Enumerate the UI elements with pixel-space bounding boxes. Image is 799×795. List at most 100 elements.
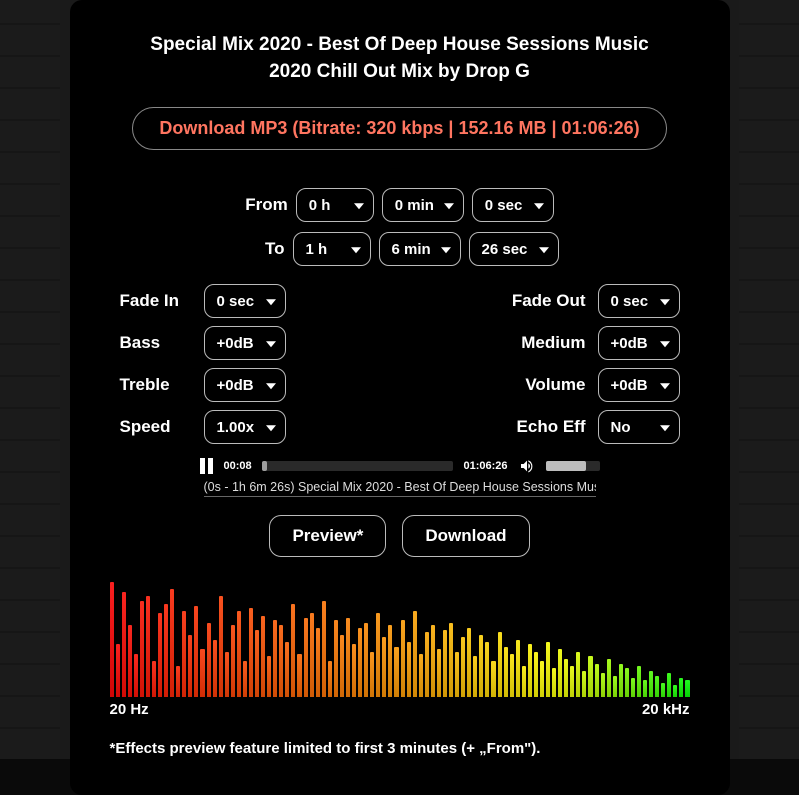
spectrum-bar [188,635,192,697]
volume-bar[interactable] [546,461,600,471]
bass-select[interactable]: +0dB [204,326,286,360]
spectrum-bar [588,656,592,697]
spectrum-bar [546,642,550,697]
spectrum-bar [613,676,617,698]
echo-label: Echo Eff [517,417,586,437]
spectrum-bar [194,606,198,697]
spectrum-bar [219,596,223,697]
fade-in-select[interactable]: 0 sec [204,284,286,318]
spectrum-bar [607,659,611,697]
spectrum-bar [376,613,380,697]
to-hour-select[interactable]: 1 h [293,232,371,266]
to-min-select[interactable]: 6 min [379,232,461,266]
echo-select[interactable]: No [598,410,680,444]
spectrum-bar [279,625,283,697]
spectrum-bar [164,604,168,698]
spectrum-bar [328,661,332,697]
spectrum-bar [358,628,362,698]
fade-out-select[interactable]: 0 sec [598,284,680,318]
axis-high: 20 kHz [642,701,690,718]
spectrum-bar [340,635,344,697]
treble-select[interactable]: +0dB [204,368,286,402]
spectrum-bar [407,642,411,697]
spectrum-bar [128,625,132,697]
fade-out-label: Fade Out [512,291,586,311]
spectrum-bar [364,623,368,697]
spectrum-bar [655,676,659,698]
spectrum-bar [304,618,308,697]
spectrum-bar [110,582,114,697]
to-label: To [241,239,285,259]
spectrum-bar [461,637,465,697]
spectrum-bar [485,642,489,697]
spectrum-bar [225,652,229,698]
spectrum-bar [146,596,150,697]
download-mp3-button[interactable]: Download MP3 (Bitrate: 320 kbps | 152.16… [132,107,666,150]
spectrum-bar [467,628,471,698]
seek-bar[interactable] [262,461,454,471]
spectrum-bar [576,652,580,698]
axis-low: 20 Hz [110,701,149,718]
spectrum-bar [425,632,429,697]
spectrum-bar [504,647,508,697]
spectrum-bar [473,656,477,697]
spectrum-bar [419,654,423,697]
preview-button[interactable]: Preview* [269,515,386,557]
spectrum-bar [443,630,447,697]
spectrum-bar [661,683,665,697]
spectrum-bar [601,673,605,697]
from-hour-select[interactable]: 0 h [296,188,374,222]
spectrum-bar [516,640,520,698]
spectrum-bar [322,601,326,697]
download-button[interactable]: Download [402,515,529,557]
spectrum-bar [152,661,156,697]
spectrum-bar [437,649,441,697]
spectrum-bar [249,608,253,697]
spectrum-bar [413,611,417,697]
spectrum-bar [291,604,295,698]
spectrum-bar [352,644,356,697]
spectrum-bar [200,649,204,697]
spectrum-bar [570,666,574,697]
spectrum-bar [231,625,235,697]
spectrum-bar [631,678,635,697]
spectrum-bar [140,601,144,697]
spectrum-bar [558,649,562,697]
spectrum-bar [382,637,386,697]
from-sec-select[interactable]: 0 sec [472,188,554,222]
spectrum-bar [673,685,677,697]
fade-in-label: Fade In [120,291,192,311]
speaker-icon[interactable] [518,458,536,474]
spectrum-bar [285,642,289,697]
spectrum-bar [267,656,271,697]
spectrum-bar [552,668,556,697]
spectrum-bar [528,644,532,697]
from-label: From [245,195,288,215]
total-time: 01:06:26 [463,460,507,472]
spectrum-bar [158,613,162,697]
spectrum-bar [595,664,599,698]
to-sec-select[interactable]: 26 sec [469,232,559,266]
spectrum-bar [134,654,138,697]
spectrum-bar [213,640,217,698]
spectrum-bar [455,652,459,698]
spectrum-bar [522,666,526,697]
from-min-select[interactable]: 0 min [382,188,464,222]
volume-select[interactable]: +0dB [598,368,680,402]
spectrum-bar [643,680,647,697]
treble-label: Treble [120,375,192,395]
spectrum-bar [534,652,538,698]
spectrum-bar [685,680,689,697]
spectrum-bar [388,625,392,697]
spectrum-bar [243,661,247,697]
spectrum-bar [116,644,120,697]
bass-label: Bass [120,333,192,353]
spectrum-bar [316,628,320,698]
pause-icon[interactable] [200,458,214,474]
spectrum-display [110,577,690,697]
speed-select[interactable]: 1.00x [204,410,286,444]
spectrum-bar [394,647,398,697]
spectrum-bar [122,592,126,698]
medium-select[interactable]: +0dB [598,326,680,360]
spectrum-bar [637,666,641,697]
